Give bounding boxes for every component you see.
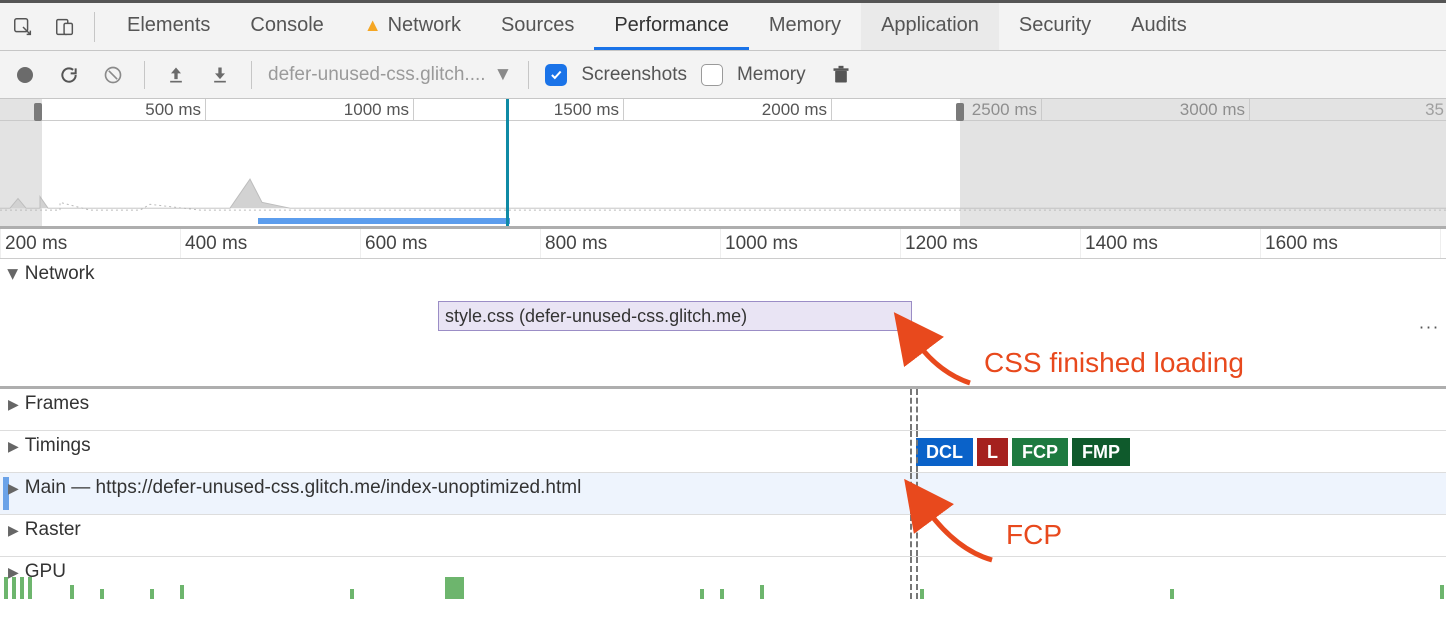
track-label: Network <box>25 263 95 285</box>
gpu-tick <box>350 589 354 599</box>
track-raster[interactable]: ▶ Raster <box>0 515 1446 557</box>
ruler-tick: 200 ms <box>0 229 67 258</box>
tab-elements[interactable]: Elements <box>107 3 230 50</box>
track-label: Raster <box>25 519 81 541</box>
timing-badge-fmp[interactable]: FMP <box>1072 438 1130 466</box>
ruler-tick: 1400 ms <box>1080 229 1158 258</box>
track-header-main[interactable]: ▶ Main — https://defer-unused-css.glitch… <box>0 473 1446 503</box>
gpu-tick <box>460 577 464 599</box>
screenshots-label: Screenshots <box>581 64 687 86</box>
download-icon[interactable] <box>205 60 235 90</box>
gpu-tick <box>720 589 724 599</box>
track-label: Main — https://defer-unused-css.glitch.m… <box>25 477 582 499</box>
separator <box>94 12 95 42</box>
tab-console[interactable]: Console <box>230 3 343 50</box>
timing-badge-fcp[interactable]: FCP <box>1012 438 1068 466</box>
overview-timeline[interactable]: 500 ms1000 ms1500 ms2000 ms2500 ms3000 m… <box>0 99 1446 229</box>
overview-handle-left[interactable] <box>34 103 42 121</box>
tab-memory[interactable]: Memory <box>749 3 861 50</box>
gpu-tick <box>700 589 704 599</box>
gpu-tick <box>70 585 74 599</box>
gpu-tick <box>760 585 764 599</box>
separator <box>251 61 252 89</box>
track-header-network[interactable]: ▶ Network <box>0 259 1446 289</box>
gpu-tick <box>180 585 184 599</box>
device-toggle-icon[interactable] <box>48 10 82 44</box>
track-header-raster[interactable]: ▶ Raster <box>0 515 1446 545</box>
trash-icon[interactable] <box>826 60 856 90</box>
timing-badge-l[interactable]: L <box>977 438 1008 466</box>
gpu-tick <box>1440 585 1444 599</box>
tab-security[interactable]: Security <box>999 3 1111 50</box>
timing-badges: DCLLFCPFMP <box>916 438 1130 466</box>
timing-badge-dcl[interactable]: DCL <box>916 438 973 466</box>
overflow-icon[interactable]: ... <box>1419 312 1440 333</box>
gpu-activity <box>0 577 1446 599</box>
track-timings[interactable]: ▶ Timings DCLLFCPFMP <box>0 431 1446 473</box>
overview-flame <box>0 121 1446 214</box>
gpu-tick <box>920 589 924 599</box>
request-ttfb-icon <box>438 316 439 320</box>
reload-icon[interactable] <box>54 60 84 90</box>
disclosure-icon[interactable]: ▶ <box>8 480 19 497</box>
network-request-bar[interactable]: style.css (defer-unused-css.glitch.me) <box>438 301 912 331</box>
recording-dropdown[interactable]: defer-unused-css.glitch.... ▼ <box>268 64 512 86</box>
overview-cursor[interactable] <box>506 99 509 226</box>
ruler-tick: 1600 ms <box>1260 229 1338 258</box>
track-header-frames[interactable]: ▶ Frames <box>0 389 1446 419</box>
disclosure-icon[interactable]: ▶ <box>8 438 19 455</box>
separator <box>144 61 145 89</box>
gpu-tick <box>445 577 461 599</box>
tracks-container: ▶ Network style.css (defer-unused-css.gl… <box>0 259 1446 599</box>
inspect-icon[interactable] <box>6 10 40 44</box>
disclosure-icon[interactable]: ▶ <box>5 269 22 280</box>
tab-network[interactable]: ▲ Network <box>344 3 481 50</box>
panel-tabs: Elements Console ▲ Network Sources Perfo… <box>107 3 1207 50</box>
gpu-tick <box>1170 589 1174 599</box>
disclosure-icon[interactable]: ▶ <box>8 396 19 413</box>
ruler-tick: 800 ms <box>540 229 607 258</box>
warning-icon: ▲ <box>364 16 382 34</box>
dropdown-text: defer-unused-css.glitch.... <box>268 64 486 86</box>
overview-handle-right[interactable] <box>956 103 964 121</box>
detail-ruler[interactable]: 200 ms 400 ms 600 ms 800 ms 1000 ms 1200 ms 14… <box>0 229 1446 259</box>
separator <box>528 61 529 89</box>
track-label: Timings <box>25 435 91 457</box>
tab-performance[interactable]: Performance <box>594 3 749 50</box>
gpu-tick <box>100 589 104 599</box>
ruler-tick: 1800 ms <box>1440 229 1446 258</box>
ruler-tick: 400 ms <box>180 229 247 258</box>
chevron-down-icon: ▼ <box>494 64 513 86</box>
ruler-tick: 1200 ms <box>900 229 978 258</box>
gpu-tick <box>150 589 154 599</box>
network-request-label: style.css (defer-unused-css.glitch.me) <box>445 306 747 327</box>
track-frames[interactable]: ▶ Frames <box>0 389 1446 431</box>
devtools-tabstrip: Elements Console ▲ Network Sources Perfo… <box>0 3 1446 51</box>
track-gpu[interactable]: ▶ GPU <box>0 557 1446 599</box>
track-header-timings[interactable]: ▶ Timings <box>0 431 1446 461</box>
upload-icon[interactable] <box>161 60 191 90</box>
memory-checkbox[interactable] <box>701 64 723 86</box>
track-network[interactable]: ▶ Network style.css (defer-unused-css.gl… <box>0 259 1446 389</box>
clear-icon[interactable] <box>98 60 128 90</box>
tab-sources[interactable]: Sources <box>481 3 594 50</box>
overview-activity-bar <box>258 218 510 224</box>
ruler-tick: 600 ms <box>360 229 427 258</box>
track-main[interactable]: ▶ Main — https://defer-unused-css.glitch… <box>0 473 1446 515</box>
record-icon[interactable] <box>10 60 40 90</box>
tab-audits[interactable]: Audits <box>1111 3 1207 50</box>
ruler-tick: 1000 ms <box>720 229 798 258</box>
tab-application[interactable]: Application <box>861 3 999 50</box>
disclosure-icon[interactable]: ▶ <box>8 522 19 539</box>
screenshots-checkbox[interactable] <box>545 64 567 86</box>
memory-label: Memory <box>737 64 806 86</box>
gpu-hatch <box>4 577 34 599</box>
track-label: Frames <box>25 393 89 415</box>
performance-toolbar: defer-unused-css.glitch.... ▼ Screenshot… <box>0 51 1446 99</box>
